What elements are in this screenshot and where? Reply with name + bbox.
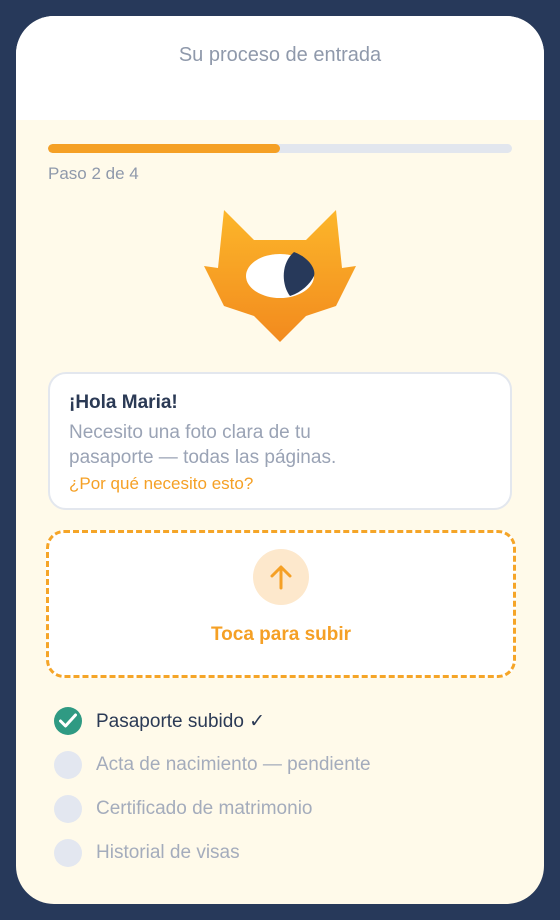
checklist-label: Historial de visas — [96, 842, 240, 863]
upload-dropzone[interactable]: Toca para subir — [46, 530, 516, 678]
checklist-label: Acta de nacimiento — pendiente — [96, 754, 371, 775]
phone-screen: Su proceso de entrada Paso 2 de 4 ¡Hola … — [16, 16, 544, 904]
why-link[interactable]: ¿Por qué necesito esto? — [69, 474, 253, 494]
progress-bar — [48, 144, 512, 153]
checklist-item-passport: Pasaporte subido ✓ — [54, 706, 514, 736]
page-title: Su proceso de entrada — [178, 44, 382, 66]
checklist-label: Certificado de matrimonio — [96, 798, 313, 819]
pending-circle-icon — [54, 839, 82, 867]
header: Su proceso de entrada — [16, 16, 544, 120]
message-card: ¡Hola Maria! Necesito una foto clara de … — [48, 372, 512, 510]
checklist-item-marriage-certificate: Certificado de matrimonio — [54, 794, 514, 824]
pending-circle-icon — [54, 751, 82, 779]
checklist-label: Pasaporte subido ✓ — [96, 711, 266, 732]
fox-mascot-icon — [204, 210, 356, 342]
checklist-item-birth-certificate: Acta de nacimiento — pendiente — [54, 750, 514, 780]
upload-arrow-icon — [253, 549, 309, 605]
checklist-item-visa-history: Historial de visas — [54, 838, 514, 868]
pending-circle-icon — [54, 795, 82, 823]
step-label: Paso 2 de 4 — [48, 164, 139, 183]
progress-fill — [48, 144, 280, 153]
request-text: Necesito una foto clara de tu pasaporte … — [69, 422, 337, 468]
check-done-icon — [54, 707, 82, 735]
greeting-text: ¡Hola Maria! — [69, 392, 178, 413]
upload-label: Toca para subir — [210, 624, 352, 645]
